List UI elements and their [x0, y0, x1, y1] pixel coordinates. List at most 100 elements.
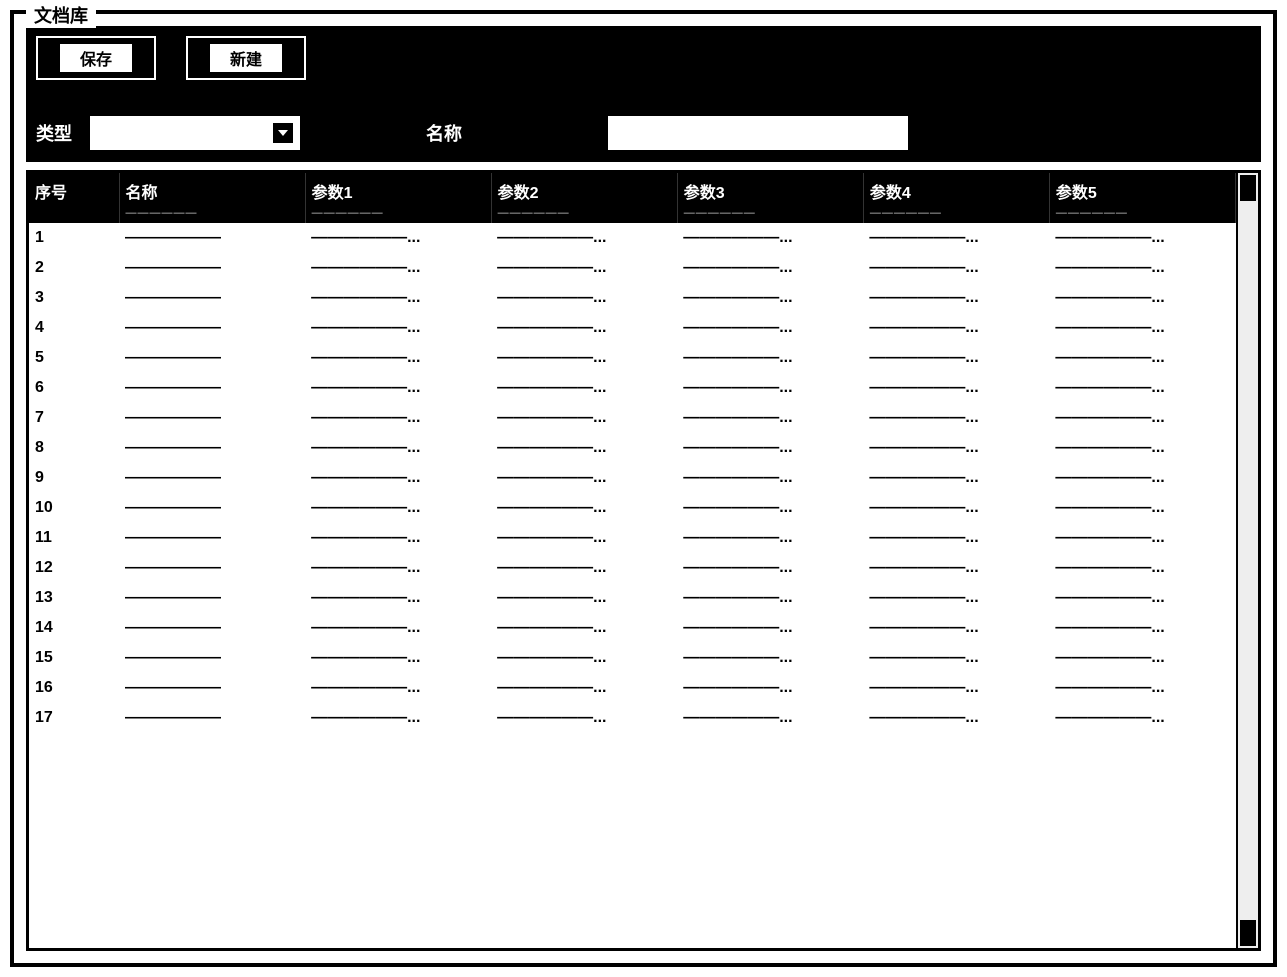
col-name[interactable]: 名称	[119, 173, 305, 205]
cell-value: ——————...	[863, 283, 1049, 313]
cell-index: 13	[29, 583, 119, 613]
cell-value: ——————...	[863, 583, 1049, 613]
cell-index: 15	[29, 643, 119, 673]
vertical-scrollbar[interactable]	[1236, 173, 1258, 948]
col-param1[interactable]: 参数1	[305, 173, 491, 205]
type-dropdown[interactable]	[90, 116, 300, 150]
table-row[interactable]: 4————————————...——————...——————...——————…	[29, 313, 1236, 343]
table-row[interactable]: 7————————————...——————...——————...——————…	[29, 403, 1236, 433]
cell-value: ——————...	[677, 673, 863, 703]
table-row[interactable]: 11————————————...——————...——————...—————…	[29, 523, 1236, 553]
cell-value: ——————...	[677, 403, 863, 433]
cell-value: ——————...	[491, 673, 677, 703]
cell-value: ——————...	[305, 373, 491, 403]
cell-value: ——————...	[677, 493, 863, 523]
data-table: 序号 名称 参数1 参数2 参数3 参数4 参数5 —————— ——————	[29, 173, 1236, 733]
name-input[interactable]	[608, 116, 908, 150]
cell-index: 4	[29, 313, 119, 343]
cell-value: ——————	[119, 313, 305, 343]
cell-value: ——————...	[863, 433, 1049, 463]
table-row[interactable]: 12————————————...——————...——————...—————…	[29, 553, 1236, 583]
col-index[interactable]: 序号	[29, 173, 119, 205]
table-row[interactable]: 3————————————...——————...——————...——————…	[29, 283, 1236, 313]
new-button-label: 新建	[210, 44, 282, 72]
table-row[interactable]: 14————————————...——————...——————...—————…	[29, 613, 1236, 643]
cell-value: ——————...	[863, 673, 1049, 703]
cell-index: 6	[29, 373, 119, 403]
col-param2[interactable]: 参数2	[491, 173, 677, 205]
chevron-down-icon	[273, 123, 293, 143]
cell-value: ——————...	[491, 253, 677, 283]
col-param3[interactable]: 参数3	[677, 173, 863, 205]
cell-value: ——————	[119, 643, 305, 673]
cell-value: ——————...	[1049, 703, 1235, 733]
cell-value: ——————...	[305, 283, 491, 313]
cell-value: ——————...	[491, 463, 677, 493]
table-row[interactable]: 6————————————...——————...——————...——————…	[29, 373, 1236, 403]
cell-value: ——————...	[863, 403, 1049, 433]
cell-value: ——————...	[491, 643, 677, 673]
cell-value: ——————...	[863, 523, 1049, 553]
name-label: 名称	[426, 120, 462, 146]
table-row[interactable]: 13————————————...——————...——————...—————…	[29, 583, 1236, 613]
table-row[interactable]: 2————————————...——————...——————...——————…	[29, 253, 1236, 283]
cell-value: ——————...	[863, 343, 1049, 373]
cell-value: ——————...	[491, 613, 677, 643]
cell-value: ——————...	[677, 463, 863, 493]
table-row[interactable]: 16————————————...——————...——————...—————…	[29, 673, 1236, 703]
cell-value: ——————...	[491, 703, 677, 733]
cell-value: ——————...	[491, 373, 677, 403]
save-button[interactable]: 保存	[36, 36, 156, 80]
cell-index: 8	[29, 433, 119, 463]
cell-value: ——————...	[491, 313, 677, 343]
table-row[interactable]: 10————————————...——————...——————...—————…	[29, 493, 1236, 523]
cell-value: ——————	[119, 493, 305, 523]
scroll-up-icon[interactable]	[1240, 175, 1256, 201]
table-row[interactable]: 9————————————...——————...——————...——————…	[29, 463, 1236, 493]
cell-value: ——————...	[491, 433, 677, 463]
cell-value: ——————...	[863, 643, 1049, 673]
cell-value: ——————...	[305, 583, 491, 613]
cell-value: ——————...	[863, 493, 1049, 523]
cell-index: 17	[29, 703, 119, 733]
new-button[interactable]: 新建	[186, 36, 306, 80]
cell-value: ——————...	[1049, 223, 1235, 253]
cell-value: ——————...	[1049, 433, 1235, 463]
table-row[interactable]: 5————————————...——————...——————...——————…	[29, 343, 1236, 373]
cell-value: ——————...	[305, 463, 491, 493]
cell-value: ——————...	[305, 223, 491, 253]
toolbar: 保存 新建	[26, 26, 1261, 110]
cell-index: 1	[29, 223, 119, 253]
table-row[interactable]: 17————————————...——————...——————...—————…	[29, 703, 1236, 733]
cell-value: ——————...	[863, 463, 1049, 493]
table-scroll: 序号 名称 参数1 参数2 参数3 参数4 参数5 —————— ——————	[29, 173, 1236, 948]
cell-value: ——————...	[863, 613, 1049, 643]
cell-value: ——————...	[491, 553, 677, 583]
cell-value: ——————...	[677, 223, 863, 253]
col-param4[interactable]: 参数4	[863, 173, 1049, 205]
cell-value: ——————	[119, 373, 305, 403]
cell-value: ——————...	[305, 613, 491, 643]
cell-value: ——————...	[863, 223, 1049, 253]
cell-value: ——————...	[1049, 523, 1235, 553]
cell-value: ——————...	[1049, 343, 1235, 373]
table-row[interactable]: 8————————————...——————...——————...——————…	[29, 433, 1236, 463]
cell-value: ——————	[119, 673, 305, 703]
cell-value: ——————	[119, 253, 305, 283]
cell-value: ——————...	[491, 403, 677, 433]
cell-value: ——————...	[677, 433, 863, 463]
table-row[interactable]: 15————————————...——————...——————...—————…	[29, 643, 1236, 673]
cell-value: ——————...	[1049, 253, 1235, 283]
table-row[interactable]: 1————————————...——————...——————...——————…	[29, 223, 1236, 253]
cell-value: ——————...	[863, 313, 1049, 343]
cell-value: ——————...	[1049, 673, 1235, 703]
cell-value: ——————...	[491, 223, 677, 253]
cell-index: 7	[29, 403, 119, 433]
col-param5[interactable]: 参数5	[1049, 173, 1235, 205]
cell-value: ——————...	[677, 553, 863, 583]
cell-value: ——————...	[491, 493, 677, 523]
cell-value: ——————...	[1049, 553, 1235, 583]
cell-value: ——————...	[1049, 583, 1235, 613]
scroll-down-icon[interactable]	[1240, 920, 1256, 946]
type-label: 类型	[36, 120, 72, 146]
